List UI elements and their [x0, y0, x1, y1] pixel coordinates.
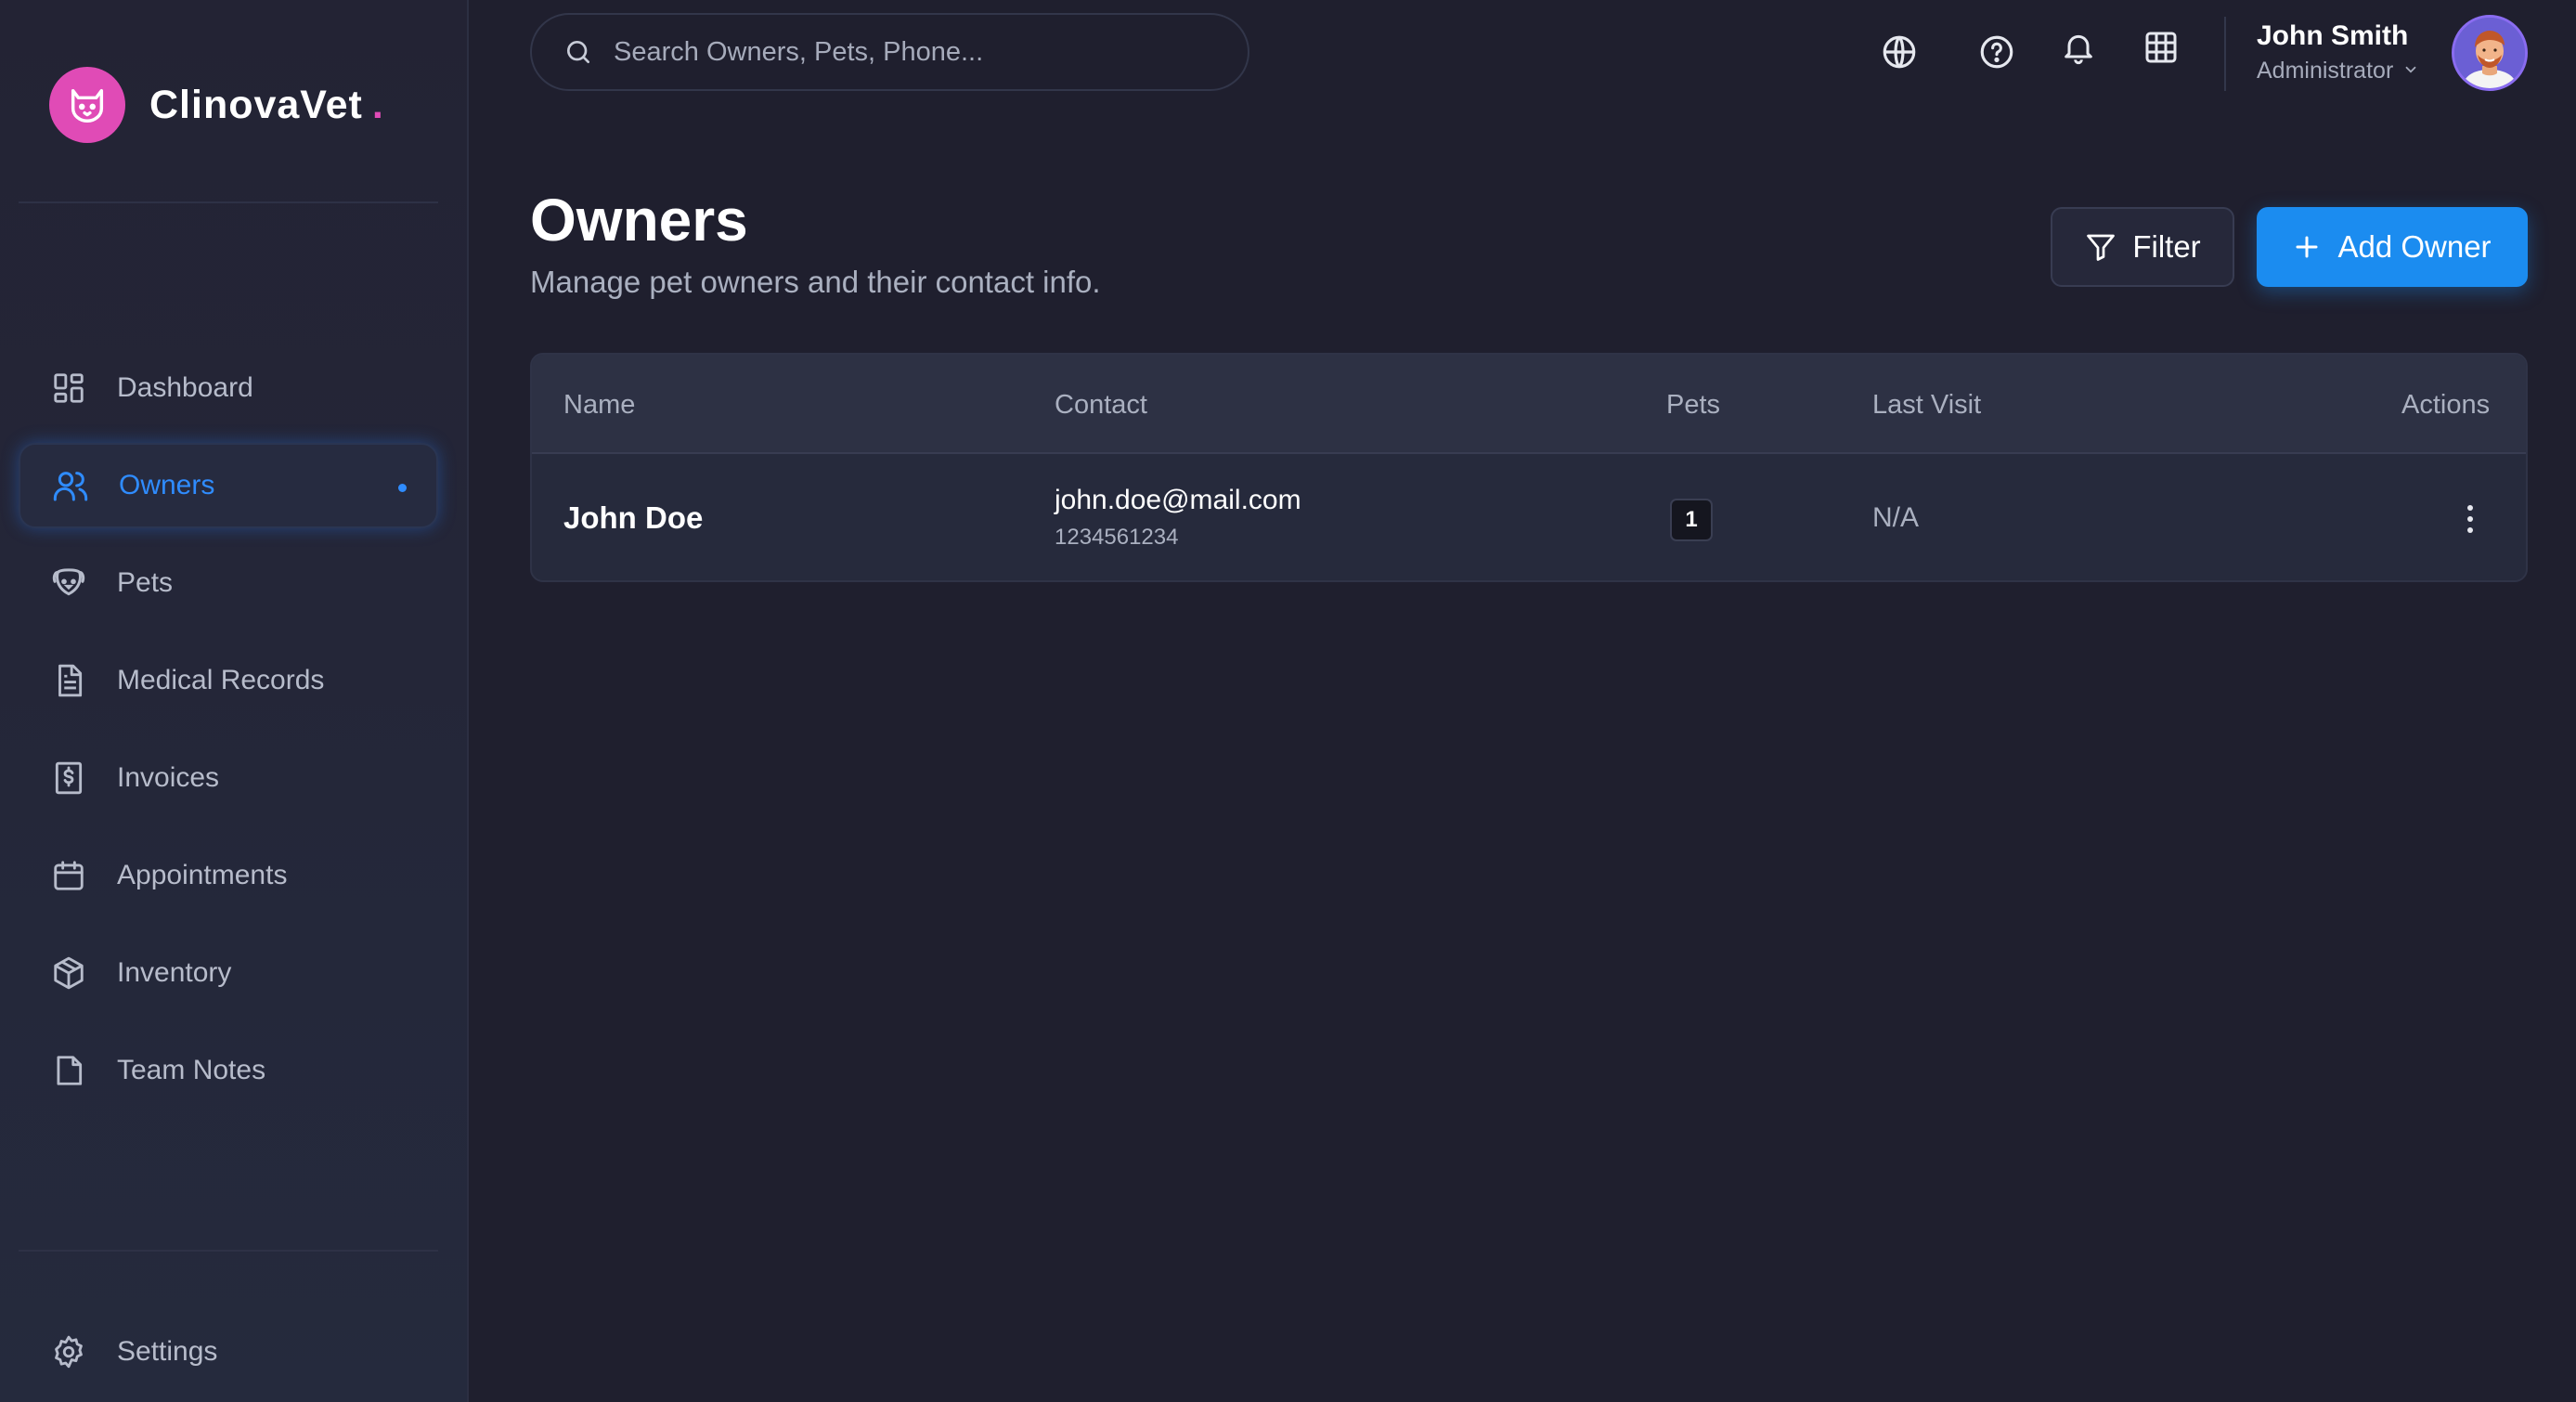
- sidebar-item-label: Team Notes: [117, 1055, 266, 1085]
- owners-table: Name Contact Pets Last Visit Actions Joh…: [530, 353, 2528, 582]
- sidebar-item-label: Inventory: [117, 957, 232, 988]
- filter-button[interactable]: Filter: [2051, 207, 2234, 287]
- settings-label: Settings: [117, 1336, 218, 1367]
- calendar-icon: [48, 855, 89, 896]
- user-name[interactable]: John Smith: [2257, 20, 2408, 52]
- sidebar-item-label: Dashboard: [117, 372, 253, 403]
- users-icon: [50, 465, 91, 506]
- column-header-name[interactable]: Name: [563, 390, 635, 421]
- gear-icon: [48, 1331, 89, 1372]
- document-icon: [48, 660, 89, 701]
- sidebar-item-appointments[interactable]: Appointments: [19, 833, 438, 918]
- brand-name: ClinovaVet: [149, 82, 363, 127]
- paw-icon: [48, 563, 89, 604]
- invoice-icon: [48, 758, 89, 798]
- brand-dot: .: [371, 82, 383, 127]
- table-header: Name Contact Pets Last Visit Actions: [532, 355, 2526, 454]
- app-root: ClinovaVet . Dashboard Owners Pets Medic…: [0, 0, 2576, 1402]
- sidebar-item-invoices[interactable]: Invoices: [19, 735, 438, 821]
- owner-name[interactable]: John Doe: [563, 500, 703, 536]
- sidebar-item-label: Pets: [117, 567, 174, 598]
- sidebar-item-label: Medical Records: [117, 665, 325, 695]
- add-owner-button[interactable]: Add Owner: [2257, 207, 2528, 287]
- sidebar-item-owners[interactable]: Owners: [19, 443, 438, 528]
- sidebar-item-dashboard[interactable]: Dashboard: [19, 345, 438, 431]
- search-bar[interactable]: [530, 13, 1249, 91]
- sidebar-divider: [19, 1250, 438, 1252]
- cat-icon: [49, 67, 125, 143]
- column-header-contact[interactable]: Contact: [1055, 390, 1147, 421]
- owner-phone: 1234561234: [1055, 525, 1179, 550]
- bell-icon[interactable]: [2057, 26, 2100, 69]
- sidebar-nav: Dashboard Owners Pets Medical Records In…: [19, 345, 438, 1125]
- sidebar-item-label: Invoices: [117, 762, 220, 793]
- last-visit: N/A: [1872, 502, 1920, 533]
- search-icon: [563, 37, 593, 67]
- sidebar-item-inventory[interactable]: Inventory: [19, 930, 438, 1016]
- more-actions-icon[interactable]: [2452, 500, 2489, 538]
- user-role-label: Administrator: [2257, 58, 2394, 84]
- sidebar-divider: [19, 201, 438, 203]
- pets-count-badge: 1: [1670, 499, 1713, 541]
- sidebar-item-medical-records[interactable]: Medical Records: [19, 638, 438, 723]
- sidebar-item-label: Owners: [119, 470, 215, 500]
- sidebar-item-team-notes[interactable]: Team Notes: [19, 1028, 438, 1113]
- sidebar-item-pets[interactable]: Pets: [19, 540, 438, 626]
- chevron-down-icon: [2402, 58, 2419, 84]
- brand[interactable]: ClinovaVet .: [49, 67, 383, 143]
- user-role[interactable]: Administrator: [2257, 58, 2419, 84]
- help-icon[interactable]: [1975, 31, 2018, 73]
- page-subtitle: Manage pet owners and their contact info…: [530, 265, 1101, 299]
- owner-email: john.doe@mail.com: [1055, 485, 1301, 515]
- page-title: Owners: [530, 187, 748, 253]
- column-header-pets[interactable]: Pets: [1666, 390, 1720, 421]
- filter-label: Filter: [2132, 229, 2201, 264]
- header-divider: [2224, 17, 2226, 91]
- active-indicator: [398, 484, 407, 492]
- plus-icon: [2293, 233, 2321, 261]
- sidebar: ClinovaVet . Dashboard Owners Pets Medic…: [0, 0, 469, 1402]
- search-input[interactable]: [614, 36, 1208, 68]
- add-owner-label: Add Owner: [2337, 229, 2492, 264]
- globe-icon[interactable]: [1878, 31, 1921, 73]
- dashboard-icon: [48, 368, 89, 409]
- column-header-actions: Actions: [2401, 390, 2491, 420]
- note-icon: [48, 1050, 89, 1091]
- avatar[interactable]: [2452, 15, 2528, 91]
- box-icon: [48, 953, 89, 993]
- sidebar-item-settings[interactable]: Settings: [19, 1309, 438, 1395]
- table-row[interactable]: John Doe john.doe@mail.com 1234561234 1 …: [532, 454, 2526, 580]
- sidebar-item-label: Appointments: [117, 860, 288, 890]
- column-header-last-visit[interactable]: Last Visit: [1872, 390, 1981, 421]
- filter-icon: [2084, 230, 2117, 264]
- grid-icon[interactable]: [2140, 26, 2182, 69]
